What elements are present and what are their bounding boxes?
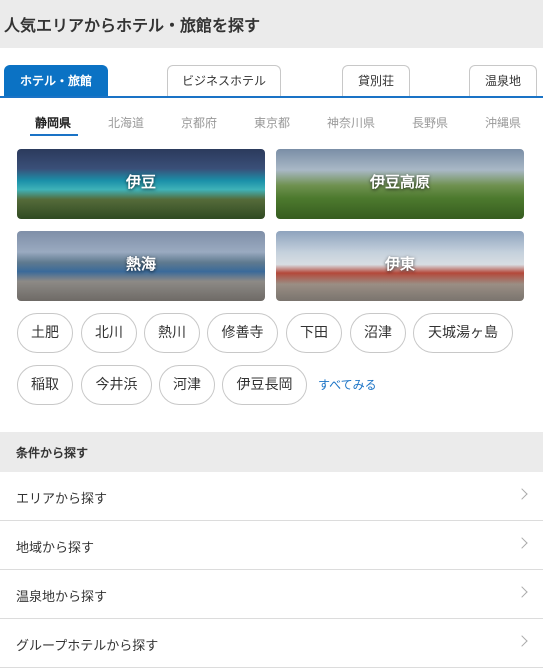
area-chip-atagawa[interactable]: 熱川 [144, 313, 200, 353]
pref-tab-kanagawa[interactable]: 神奈川県 [327, 114, 375, 131]
pref-tab-underline [30, 134, 78, 136]
tab-onsen[interactable]: 温泉地 [469, 65, 537, 97]
see-all-link[interactable]: すべてみる [318, 376, 377, 393]
area-card-label: 熱海 [125, 255, 156, 273]
tab-divider [0, 96, 543, 98]
pref-tab-okinawa[interactable]: 沖縄県 [485, 114, 521, 131]
area-chip-toi[interactable]: 土肥 [17, 313, 73, 353]
area-chip-shuzenji[interactable]: 修善寺 [207, 313, 278, 353]
chevron-right-icon [516, 586, 528, 598]
tab-hotel-ryokan[interactable]: ホテル・旅館 [4, 65, 108, 97]
area-chip-imaihama[interactable]: 今井浜 [81, 365, 152, 405]
area-card-ito[interactable]: 伊東 [276, 231, 524, 301]
area-card-label: 伊豆 [125, 173, 156, 191]
conditions-section-header: 条件から探す [0, 432, 543, 472]
condition-item-area[interactable]: エリアから探す [0, 472, 543, 521]
area-chip-hokkawa[interactable]: 北川 [81, 313, 137, 353]
condition-item-label: 温泉地から探す [16, 590, 108, 605]
pref-tab-tokyo[interactable]: 東京都 [254, 114, 290, 131]
condition-item-label: グループホテルから探す [16, 639, 159, 654]
page-title: 人気エリアからホテル・旅館を探す [4, 16, 261, 35]
pref-tab-nagano[interactable]: 長野県 [412, 114, 448, 131]
area-chip-shimoda[interactable]: 下田 [286, 313, 342, 353]
conditions-title: 条件から探す [16, 446, 89, 460]
area-chip-kawazu[interactable]: 河津 [159, 365, 215, 405]
chevron-right-icon [516, 488, 528, 500]
condition-item-onsen[interactable]: 温泉地から探す [0, 570, 543, 619]
condition-item-group-hotel[interactable]: グループホテルから探す [0, 619, 543, 668]
tab-rental-villa[interactable]: 貸別荘 [342, 65, 410, 97]
prefecture-tabs: 静岡県 北海道 京都府 東京都 神奈川県 長野県 沖縄県 [0, 106, 543, 136]
condition-item-region[interactable]: 地域から探す [0, 521, 543, 570]
area-chip-inatori[interactable]: 稲取 [17, 365, 73, 405]
pref-tab-shizuoka[interactable]: 静岡県 [35, 114, 71, 131]
area-card-label: 伊東 [384, 255, 415, 273]
area-chip-numazu[interactable]: 沼津 [350, 313, 406, 353]
pref-tab-kyoto[interactable]: 京都府 [181, 114, 217, 131]
tab-business-hotel[interactable]: ビジネスホテル [167, 65, 281, 97]
chevron-right-icon [516, 635, 528, 647]
chevron-right-icon [516, 537, 528, 549]
area-card-izu-kogen[interactable]: 伊豆高原 [276, 149, 524, 219]
condition-item-label: エリアから探す [16, 492, 108, 507]
pref-tab-hokkaido[interactable]: 北海道 [108, 114, 144, 131]
category-tabs: ホテル・旅館 ビジネスホテル 貸別荘 温泉地 [0, 48, 543, 99]
condition-item-label: 地域から探す [16, 541, 95, 556]
area-chip-amagiyugashima[interactable]: 天城湯ヶ島 [413, 313, 513, 353]
area-card-label: 伊豆高原 [369, 173, 430, 191]
area-chip-izunagaoka[interactable]: 伊豆長岡 [222, 365, 307, 405]
area-card-izu[interactable]: 伊豆 [17, 149, 265, 219]
area-card-atami[interactable]: 熱海 [17, 231, 265, 301]
page-header: 人気エリアからホテル・旅館を探す [0, 0, 543, 48]
